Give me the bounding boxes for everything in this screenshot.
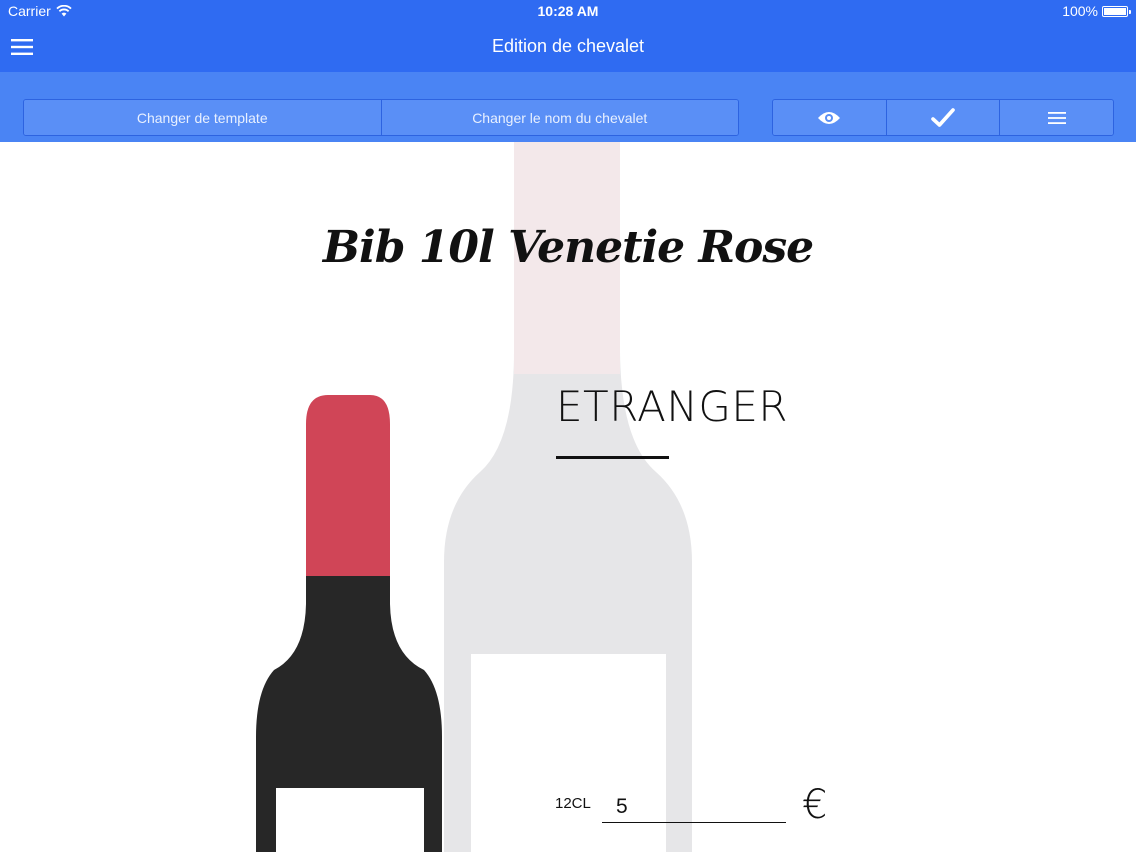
origin-divider	[556, 456, 669, 459]
checkmark-icon	[931, 107, 955, 127]
preview-button[interactable]	[773, 100, 887, 135]
battery-percent: 100%	[1062, 3, 1098, 19]
wine-bottle-graphic	[256, 395, 442, 852]
wine-name-title[interactable]: Bib 10l Venetie Rose	[0, 222, 1136, 273]
wine-origin-label[interactable]: ETRANGER	[556, 382, 788, 431]
change-template-button[interactable]: Changer de template	[24, 100, 382, 135]
battery-icon	[1102, 5, 1131, 17]
status-bar: Carrier 10:28 AM 100%	[0, 0, 1136, 22]
volume-label: 12CL	[555, 795, 591, 812]
options-button[interactable]	[1000, 100, 1113, 135]
euro-currency-icon: €	[802, 782, 828, 828]
price-input[interactable]	[602, 791, 786, 823]
edit-toolbar: Changer de template Changer le nom du ch…	[0, 72, 1136, 142]
rename-chevalet-button[interactable]: Changer le nom du chevalet	[381, 100, 738, 135]
eye-icon	[818, 111, 841, 124]
validate-button[interactable]	[886, 100, 1001, 135]
battery-indicator: 100%	[1062, 3, 1131, 19]
edit-actions-group: Changer de template Changer le nom du ch…	[23, 99, 739, 136]
page-title: Edition de chevalet	[491, 36, 645, 56]
navigation-bar: Edition de chevalet	[0, 22, 1136, 72]
view-actions-group	[772, 99, 1114, 136]
list-menu-icon	[1047, 111, 1066, 124]
chevalet-canvas: Bib 10l Venetie Rose ETRANGER 12CL €	[0, 142, 1136, 852]
clock: 10:28 AM	[537, 3, 599, 19]
